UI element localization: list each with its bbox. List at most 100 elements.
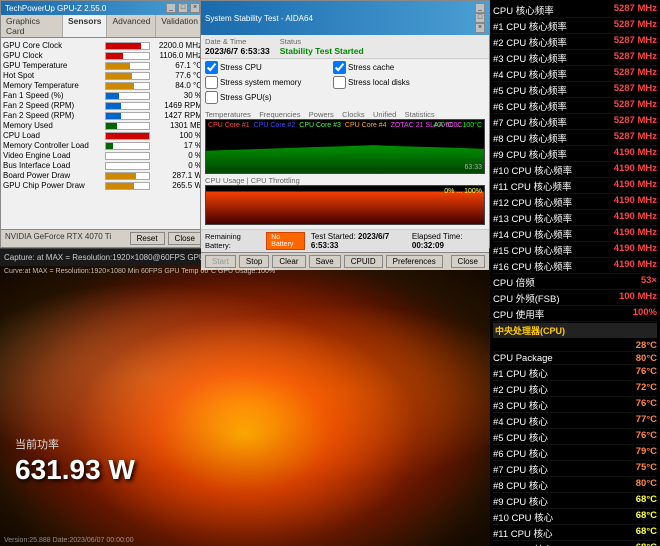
stress-memory-checkbox[interactable]: [205, 76, 218, 89]
check-stress-memory: Stress system memory: [205, 76, 331, 89]
cpu-graph-title: CPU Usage | CPU Throttling: [205, 176, 485, 185]
power-display: 当前功率 631.93 W: [15, 436, 135, 486]
gpu-row-fan1: Fan 1 Speed (%) 30 %: [3, 91, 202, 100]
core-temp-5: #5 CPU 核心 76°C: [493, 429, 657, 445]
core-temp-8: #8 CPU 核心 80°C: [493, 477, 657, 493]
stress-disks-checkbox[interactable]: [333, 76, 346, 89]
elapsed-label: Elapsed Time: 00:32:09: [412, 232, 485, 250]
stab-maximize-btn[interactable]: □: [475, 13, 485, 23]
close-stability-button[interactable]: Close: [451, 255, 485, 268]
date-time-item: Date & Time 2023/6/7 6:53:33: [205, 37, 270, 56]
stress-cache-checkbox[interactable]: [333, 61, 346, 74]
stability-title-bar: System Stability Test - AIDA64 _ □ ×: [201, 1, 489, 35]
core-temp-12: #12 CPU 核心 68°C: [493, 541, 657, 546]
preferences-button[interactable]: Preferences: [386, 255, 443, 268]
gpu-row-fan2b: Fan 2 Speed (RPM) 1427 RPM: [3, 111, 202, 120]
watermark-top: Curve:at MAX = Resolution:1920×1080 Min …: [4, 268, 275, 275]
core-temp-6: #6 CPU 核心 79°C: [493, 445, 657, 461]
power-value: 631.93 W: [15, 454, 135, 486]
stab-close-x-btn[interactable]: ×: [475, 23, 485, 33]
main-container: TechPowerUp GPU-Z 2.55.0 _ □ × Graphics …: [0, 0, 660, 546]
right-cpu-panel: CPU 核心频率 5287 MHz #1 CPU 核心频率 5287 MHz #…: [490, 0, 660, 546]
cpu-temp-section-header: 中央处理器(CPU): [493, 323, 657, 338]
stability-graphs: Temperatures Frequencies Powers Clocks U…: [201, 106, 489, 229]
cpu-graph-line: [206, 190, 484, 224]
status-item: Status Stability Test Started: [280, 37, 364, 56]
cpu-core-6: #6 CPU 核心频率 5287 MHz: [493, 98, 657, 114]
stab-minimize-btn[interactable]: _: [475, 3, 485, 13]
gpu-title-bar: TechPowerUp GPU-Z 2.55.0 _ □ ×: [1, 1, 204, 15]
battery-indicator: No Battery: [266, 232, 305, 250]
cpu-graph-range: 0% ... 100%: [444, 188, 482, 195]
power-label: 当前功率: [15, 436, 135, 452]
gpu-row-board-power: Board Power Draw 287.1 W: [3, 171, 202, 180]
temp-graph-title: Temperatures Frequencies Powers Clocks U…: [205, 110, 485, 119]
cpu-core-15: #15 CPU 核心频率 4190 MHz: [493, 242, 657, 258]
core-temp-11: #11 CPU 核心 68°C: [493, 525, 657, 541]
cpu-core-12: #12 CPU 核心频率 4190 MHz: [493, 194, 657, 210]
temp-graph-time: 63:33: [464, 164, 482, 171]
close-btn[interactable]: ×: [190, 3, 200, 13]
stop-button[interactable]: Stop: [239, 255, 269, 268]
gpu-row-memory-temp: Memory Temperature 84.0 °C: [3, 81, 202, 90]
stability-window: System Stability Test - AIDA64 _ □ × Dat…: [200, 0, 490, 248]
stability-window-title: System Stability Test - AIDA64: [205, 14, 313, 23]
core-temp-10: #10 CPU 核心 68°C: [493, 509, 657, 525]
cpu-core-10: #10 CPU 核心频率 4190 MHz: [493, 162, 657, 178]
tab-validation[interactable]: Validation: [156, 15, 204, 37]
check-stress-cpu: Stress CPU: [205, 61, 331, 74]
watermark-bottom: Version:25.888 Date:2023/06/07 00:00:00: [4, 537, 134, 544]
start-button[interactable]: Start: [205, 255, 236, 268]
cpu-package-temp: CPU Package 80°C: [493, 352, 657, 365]
tab-advanced[interactable]: Advanced: [107, 15, 156, 37]
temp-graph-line: [206, 136, 484, 173]
gpu-row-temperature: GPU Temperature 67.1 °C: [3, 61, 202, 70]
gpu-footer: NVIDIA GeForce RTX 4070 Ti Reset Close: [1, 229, 204, 247]
cpu-core-5: #5 CPU 核心频率 5287 MHz: [493, 82, 657, 98]
core-temp-1: #1 CPU 核心 76°C: [493, 365, 657, 381]
stress-gpu-checkbox[interactable]: [205, 91, 218, 104]
gpu-row-bus: Bus Interface Load 0 %: [3, 161, 202, 170]
cpu-core-7: #7 CPU 核心频率 5287 MHz: [493, 114, 657, 130]
core-temp-4: #4 CPU 核心 77°C: [493, 413, 657, 429]
remaining-battery-label: Remaining Battery:: [205, 232, 260, 250]
core-labels: CPU Core #1 CPU Core #2 CPU Core #3 CPU …: [208, 122, 462, 129]
gpu-row-video-engine: Video Engine Load 0 %: [3, 151, 202, 160]
temp-graph-container: Temperatures Frequencies Powers Clocks U…: [205, 110, 485, 174]
maximize-btn[interactable]: □: [178, 3, 188, 13]
fire-overlay: [0, 266, 490, 546]
cpu-usage: CPU 使用率 100%: [493, 306, 657, 322]
stress-cpu-checkbox[interactable]: [205, 61, 218, 74]
clear-button[interactable]: Clear: [272, 255, 305, 268]
close-button[interactable]: Close: [168, 232, 202, 245]
tab-sensors[interactable]: Sensors: [63, 15, 108, 37]
gpu-device-name: NVIDIA GeForce RTX 4070 Ti: [3, 232, 111, 245]
cpu-fsb: CPU 外频(FSB) 100 MHz: [493, 290, 657, 306]
stability-header: Date & Time 2023/6/7 6:53:33 Status Stab…: [201, 35, 489, 59]
cpu-core-1: #1 CPU 核心频率 5287 MHz: [493, 18, 657, 34]
cpu-core-14: #14 CPU 核心频率 4190 MHz: [493, 226, 657, 242]
cpuid-button[interactable]: CPUID: [344, 255, 383, 268]
gpu-row-cpu-load: CPU Load 100 %: [3, 131, 202, 140]
cpu-multiplier: CPU 倍频 53×: [493, 274, 657, 290]
cpu-core-13: #13 CPU 核心频率 4190 MHz: [493, 210, 657, 226]
core-temp-9: #9 CPU 核心 68°C: [493, 493, 657, 509]
gpu-row-core-clock: GPU Core Clock 2200.0 MHz: [3, 41, 202, 50]
status-value: Stability Test Started: [280, 46, 364, 56]
gpu-tabs: Graphics Card Sensors Advanced Validatio…: [1, 15, 204, 38]
core-temp-7: #7 CPU 核心 75°C: [493, 461, 657, 477]
reset-button[interactable]: Reset: [130, 232, 165, 245]
cpu-main-temp: 28°C: [493, 339, 657, 352]
cpu-core-9: #9 CPU 核心频率 4190 MHz: [493, 146, 657, 162]
cpu-core-16: #16 CPU 核心频率 4190 MHz: [493, 258, 657, 274]
title-controls: _ □ ×: [166, 3, 200, 13]
stability-footer: Remaining Battery: No Battery Test Start…: [201, 229, 489, 252]
tab-graphics-card[interactable]: Graphics Card: [1, 15, 63, 37]
save-button[interactable]: Save: [309, 255, 341, 268]
temp-graph-area: 400°C ... 100°C 63:33 CPU Core #1 CPU Co…: [205, 119, 485, 174]
check-stress-cache: Stress cache: [333, 61, 459, 74]
cpu-core-11: #11 CPU 核心频率 4190 MHz: [493, 178, 657, 194]
minimize-btn[interactable]: _: [166, 3, 176, 13]
bottom-image: Curve:at MAX = Resolution:1920×1080 Min …: [0, 266, 490, 546]
gpu-sensors-content: GPU Core Clock 2200.0 MHz GPU Clock 1106…: [1, 38, 204, 193]
